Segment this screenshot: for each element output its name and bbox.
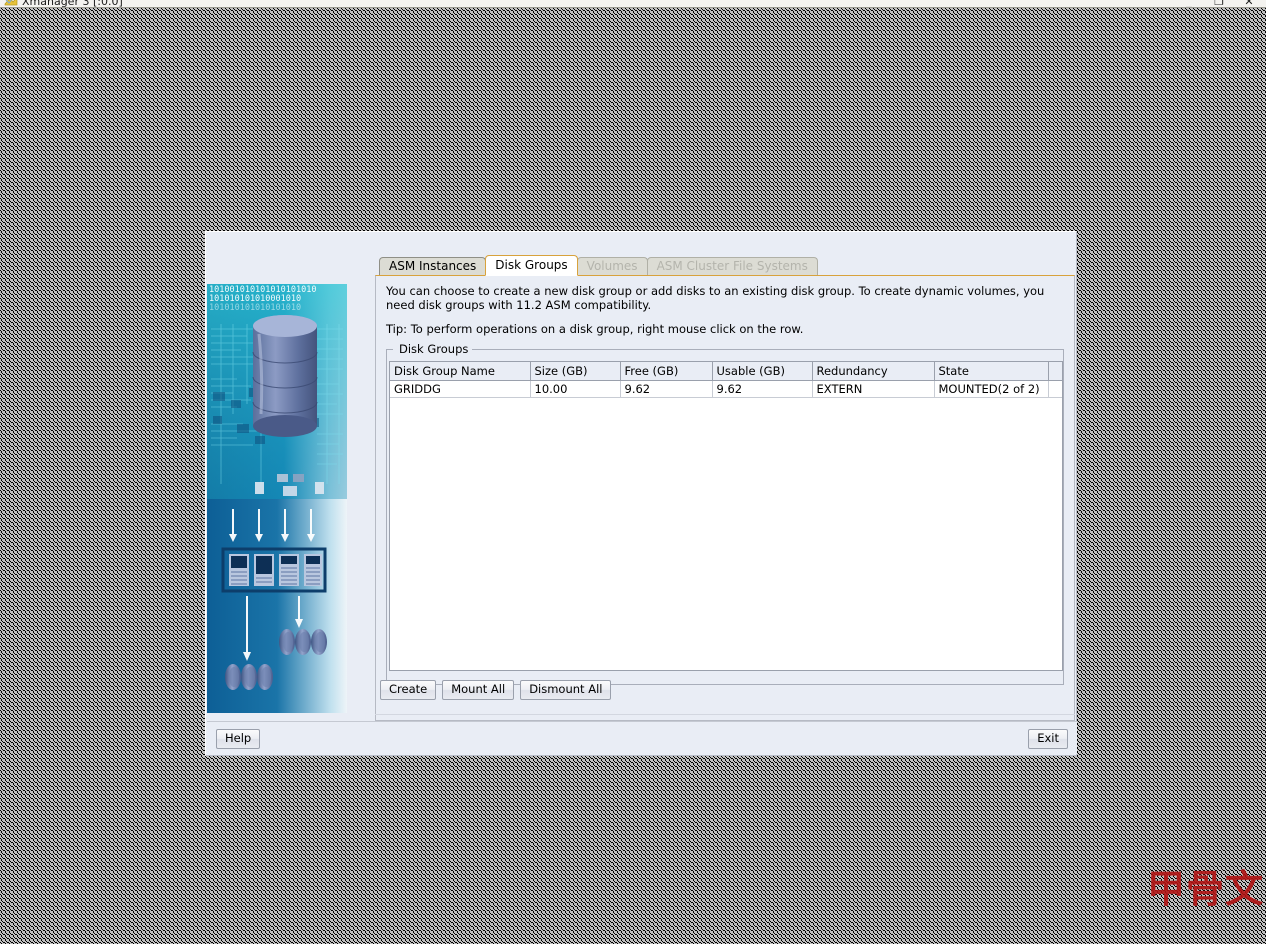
groupbox-legend: Disk Groups (395, 342, 473, 356)
disk-groups-groupbox: Disk Groups Disk Group Name Size (GB) Fr… (386, 342, 1064, 685)
asmca-dialog: 101001010101010101010 101010101010001010… (205, 231, 1077, 756)
help-button[interactable]: Help (216, 729, 261, 749)
dialog-content: ASM Instances Disk Groups Volumes ASM Cl… (375, 255, 1075, 721)
column-header-usable-gb[interactable]: Usable (GB) (712, 362, 813, 381)
tabstrip: ASM Instances Disk Groups Volumes ASM Cl… (375, 255, 1075, 276)
tab-asm-cluster-file-systems: ASM Cluster File Systems (646, 257, 818, 276)
dialog-footer: Help Exit (207, 721, 1077, 754)
panel-tip: Tip: To perform operations on a disk gro… (386, 322, 804, 336)
cell-size-gb: 10.00 (530, 380, 621, 398)
window-titlebar: Xmanager 3 [:0.0] _ ❐ ✕ (0, 0, 1266, 8)
tab-asm-instances[interactable]: ASM Instances (379, 257, 487, 276)
mount-all-button[interactable]: Mount All (442, 680, 515, 700)
cell-disk-group-name: GRIDDG (390, 380, 531, 398)
disk-groups-table-container[interactable]: Disk Group Name Size (GB) Free (GB) Usab… (389, 361, 1063, 671)
column-header-state[interactable]: State (934, 362, 1049, 381)
cell-filler (1048, 380, 1062, 398)
minimize-button[interactable]: _ (1182, 0, 1196, 7)
column-header-filler (1048, 362, 1062, 381)
column-header-free-gb[interactable]: Free (GB) (620, 362, 713, 381)
close-button[interactable]: ✕ (1242, 0, 1256, 7)
table-row[interactable]: GRIDDG 10.00 9.62 9.62 EXTERN MOUNTED(2 … (390, 380, 1062, 398)
asm-banner-image: 101001010101010101010 101010101010001010… (207, 284, 347, 713)
disk-group-actions: Create Mount All Dismount All (380, 680, 612, 700)
groupbox-top-border (387, 349, 1063, 350)
window-title: Xmanager 3 [:0.0] (22, 0, 123, 8)
restore-button[interactable]: ❐ (1212, 0, 1226, 7)
dismount-all-button[interactable]: Dismount All (520, 680, 612, 700)
footer-separator (375, 714, 1075, 715)
tab-disk-groups[interactable]: Disk Groups (485, 255, 578, 276)
disk-groups-tab-panel: You can choose to create a new disk grou… (375, 275, 1075, 721)
create-button[interactable]: Create (380, 680, 437, 700)
column-header-size-gb[interactable]: Size (GB) (530, 362, 621, 381)
exit-button[interactable]: Exit (1028, 729, 1068, 749)
column-header-redundancy[interactable]: Redundancy (812, 362, 935, 381)
disk-groups-table: Disk Group Name Size (GB) Free (GB) Usab… (390, 362, 1062, 398)
tab-volumes: Volumes (576, 257, 648, 276)
cell-redundancy: EXTERN (812, 380, 935, 398)
cell-free-gb: 9.62 (620, 380, 713, 398)
svg-text:101010101010101010: 101010101010101010 (209, 303, 301, 313)
panel-description: You can choose to create a new disk grou… (386, 284, 1045, 312)
table-header-row: Disk Group Name Size (GB) Free (GB) Usab… (390, 362, 1062, 381)
xmanager-icon (4, 0, 18, 7)
cell-state: MOUNTED(2 of 2) (934, 380, 1049, 398)
cell-usable-gb: 9.62 (712, 380, 813, 398)
column-header-disk-group-name[interactable]: Disk Group Name (390, 362, 531, 381)
